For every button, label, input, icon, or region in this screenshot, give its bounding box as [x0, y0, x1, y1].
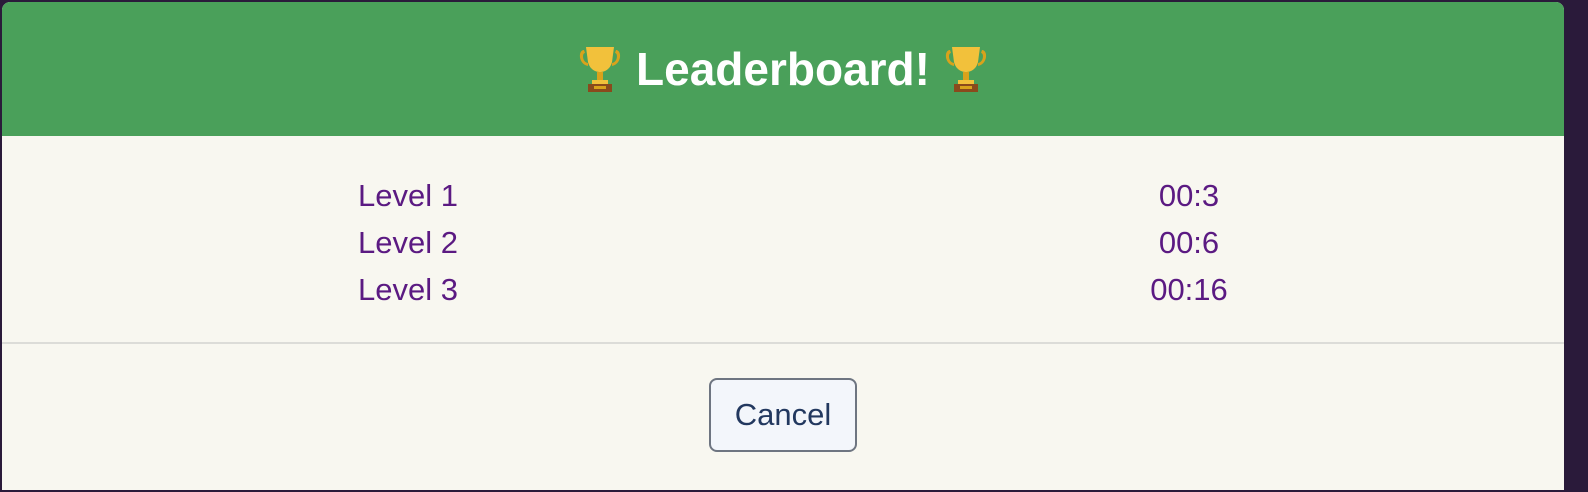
- dialog-title-text: Leaderboard!: [636, 43, 930, 95]
- dialog-body: Level 1 00:3 Level 2 00:6 Level 3 00:16: [2, 136, 1564, 344]
- table-row: Level 3 00:16: [2, 266, 1564, 313]
- dialog-footer: Cancel: [2, 344, 1564, 490]
- level-time: 00:16: [1150, 271, 1228, 307]
- score-table: Level 1 00:3 Level 2 00:6 Level 3 00:16: [2, 172, 1564, 313]
- dialog-title: Leaderboard!: [576, 42, 990, 96]
- trophy-icon: [945, 47, 987, 92]
- background-edge: [1564, 0, 1588, 492]
- table-row: Level 1 00:3: [2, 172, 1564, 219]
- level-time: 00:6: [1158, 224, 1220, 260]
- dialog-header: Leaderboard!: [2, 2, 1564, 136]
- table-row: Level 2 00:6: [2, 219, 1564, 266]
- level-name: Level 3: [358, 271, 458, 307]
- leaderboard-dialog: Leaderboard! Level 1 00:3 Level 2 00:6 L…: [2, 2, 1564, 490]
- trophy-icon: [579, 47, 621, 92]
- cancel-button[interactable]: Cancel: [709, 378, 857, 452]
- level-name: Level 2: [358, 224, 458, 260]
- level-name: Level 1: [358, 177, 458, 213]
- level-time: 00:3: [1158, 177, 1220, 213]
